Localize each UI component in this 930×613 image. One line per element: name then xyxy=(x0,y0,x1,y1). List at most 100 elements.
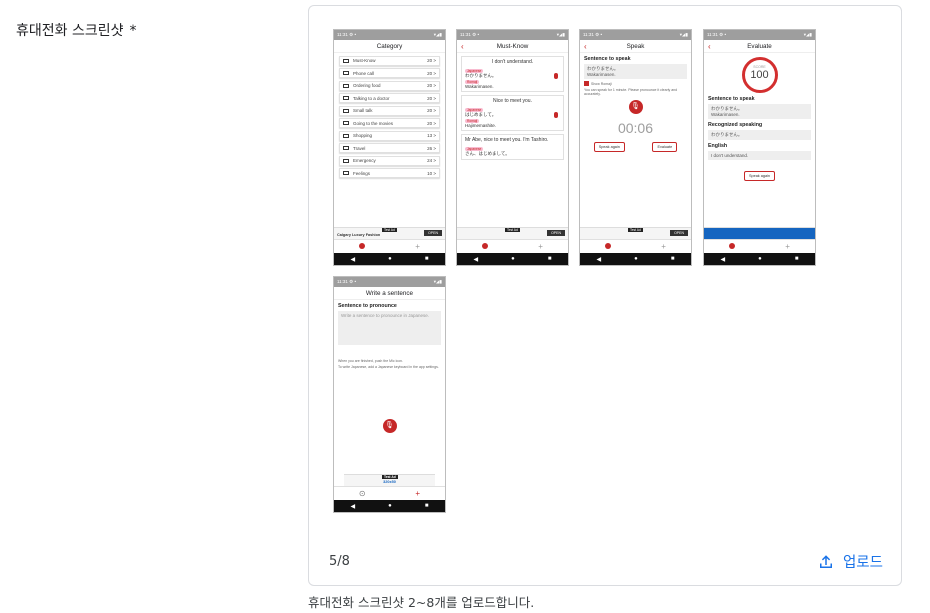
category-label: Travel xyxy=(353,145,366,151)
screenshot-thumbnail-mustknow[interactable]: 11:31 ⚙ • ▾◢▮ ‹ Must-Know I don't understa… xyxy=(456,29,569,266)
sentence-input: Write a sentence to pronounce in Japanes… xyxy=(338,311,441,345)
folder-icon xyxy=(343,121,349,125)
category-count: 26 > xyxy=(427,145,436,151)
folder-icon xyxy=(343,96,349,100)
phrase-english: Nice to meet you. xyxy=(493,98,532,104)
thumb-header: Speak xyxy=(626,43,645,50)
folder-icon xyxy=(343,83,349,88)
category-count: 20 > xyxy=(427,95,436,101)
recognized-text: わかりません。 xyxy=(708,130,811,140)
ad-open-button: OPEN xyxy=(670,230,688,236)
category-label: Emergency xyxy=(353,158,376,163)
upload-button[interactable]: 업로드 xyxy=(817,551,883,572)
score-value: 100 xyxy=(750,69,769,81)
phrase-card: Nice to meet you. Japanese はじめまして。 Romaj… xyxy=(461,95,564,131)
mic-icon xyxy=(554,112,558,118)
sentence-box: わかりません。 Wakarimasen. xyxy=(584,64,687,79)
category-row: Small talk 20 > xyxy=(339,105,440,116)
category-row: Shopping 13 > xyxy=(339,130,440,141)
category-row: Travel 26 > xyxy=(339,143,440,153)
folder-icon xyxy=(343,71,349,75)
phrase-english: I don't understand. xyxy=(491,59,534,65)
category-count: 20 > xyxy=(427,83,436,88)
category-count: 24 > xyxy=(427,158,436,163)
folder-icon xyxy=(343,58,349,63)
category-label: Small talk xyxy=(353,108,373,113)
ad-banner xyxy=(704,227,815,239)
mic-icon xyxy=(554,73,558,79)
ad-banner: Test Ad OPEN xyxy=(580,227,691,239)
category-row: Ordering food 20 > xyxy=(339,80,440,91)
screenshot-thumbnail-evaluate[interactable]: 11:31 ⚙ • ▾◢▮ ‹ Evaluate SCORE 100 Sentenc… xyxy=(703,29,816,266)
category-label: Shopping xyxy=(353,133,373,138)
timer: 00:06 xyxy=(617,120,654,136)
phrase-romaji: Wakarimasen. xyxy=(465,84,494,89)
category-row: Going to the movies 20 > xyxy=(339,118,440,128)
screenshot-upload-card: 11:31 ⚙ • ▾◢▮ Category Must-Know 20 > Phone… xyxy=(308,5,902,586)
category-count: 10 > xyxy=(427,170,436,176)
english-text: I don't understand. xyxy=(708,151,811,160)
speak-hint: You can speak for 1 minute. Please prono… xyxy=(584,88,678,96)
show-romaji-label: Show Romaji xyxy=(591,81,612,86)
category-label: Must-Know xyxy=(353,58,376,63)
category-label: Ordering food xyxy=(353,83,381,88)
sentence-romaji: Wakarimasen. xyxy=(587,72,616,77)
ad-banner: Test Ad 320x50 xyxy=(344,474,435,486)
phrase-japanese: さん、はじめまして。 xyxy=(465,151,510,156)
write-hint: To write Japanese, add a Japanese keyboa… xyxy=(338,365,439,369)
screenshot-thumbnail-write[interactable]: 11:31 ⚙ • ▾◢▮ Write a sentence Sentence t… xyxy=(333,276,446,513)
evaluate-button: Evaluate xyxy=(652,142,678,152)
folder-icon xyxy=(343,171,349,175)
phrase-english: Mr Abe, nice to meet you. I'm Tashiro. xyxy=(465,137,549,143)
folder-icon xyxy=(343,108,349,113)
mic-button-icon: 🎙 xyxy=(628,100,643,114)
score-circle: SCORE 100 xyxy=(741,57,778,93)
category-label: Going to the movies xyxy=(353,120,394,126)
speak-again-button: Speak again xyxy=(743,171,776,181)
upload-count: 5/8 xyxy=(329,554,350,569)
section-title: Sentence to speak xyxy=(708,96,755,102)
folder-icon xyxy=(343,133,349,138)
category-row: Feelings 10 > xyxy=(339,168,440,178)
ad-open-button: OPEN xyxy=(547,230,565,236)
phrase-japanese: はじめまして。 xyxy=(465,112,497,117)
speak-again-button: Speak again xyxy=(593,142,625,152)
phrase-romaji: Hajimemashite. xyxy=(465,123,497,128)
category-count: 20 > xyxy=(427,58,436,63)
helper-text: 휴대전화 스크린샷 2~8개를 업로드합니다. xyxy=(308,595,535,610)
field-label: 휴대전화 스크린샷 * xyxy=(16,20,137,40)
sentence-romaji: Wakarimasen. xyxy=(711,112,740,117)
checkbox-icon xyxy=(584,81,589,86)
thumb-header: Write a sentence xyxy=(334,287,445,300)
category-label: Feelings xyxy=(353,170,371,176)
category-count: 13 > xyxy=(427,133,436,138)
category-label: Phone call xyxy=(353,70,375,76)
screenshot-thumbnail-speak[interactable]: 11:31 ⚙ • ▾◢▮ ‹ Speak Sentence to speak わか… xyxy=(579,29,692,266)
upload-label: 업로드 xyxy=(842,555,883,571)
category-row: Phone call 20 > xyxy=(339,68,440,78)
section-title: Recognized speaking xyxy=(708,122,763,128)
section-title: English xyxy=(708,143,728,149)
phrase-japanese: わかりません。 xyxy=(465,73,497,78)
write-hint: When you are finished, push the Mic icon… xyxy=(338,359,403,363)
mic-button-icon: 🎙 xyxy=(382,419,397,433)
folder-icon xyxy=(343,158,349,163)
phrase-card: I don't understand. Japanese わかりません。 Rom… xyxy=(461,56,564,92)
category-count: 20 > xyxy=(427,120,436,126)
folder-icon xyxy=(343,146,349,150)
category-list: Must-Know 20 > Phone call 20 > Ordering food… xyxy=(334,55,445,178)
thumb-header: Evaluate xyxy=(747,43,772,50)
category-row: Must-Know 20 > xyxy=(339,55,440,66)
ad-text: 320x50 xyxy=(383,480,396,484)
ad-banner: Test Ad OPEN xyxy=(457,227,568,239)
category-row: Emergency 24 > xyxy=(339,155,440,166)
section-title: Sentence to pronounce xyxy=(338,303,397,309)
thumb-header: Must-Know xyxy=(496,43,529,50)
category-label: Talking to a doctor xyxy=(353,95,390,101)
ad-open-button: OPEN xyxy=(424,230,442,236)
ad-banner: Test Ad Calgary Luxury Fashion OPEN xyxy=(334,227,445,239)
thumb-header: Category xyxy=(334,40,445,53)
upload-icon xyxy=(819,554,832,568)
screenshot-thumbnail-category[interactable]: 11:31 ⚙ • ▾◢▮ Category Must-Know 20 > Phone… xyxy=(333,29,446,266)
category-count: 20 > xyxy=(427,70,436,76)
